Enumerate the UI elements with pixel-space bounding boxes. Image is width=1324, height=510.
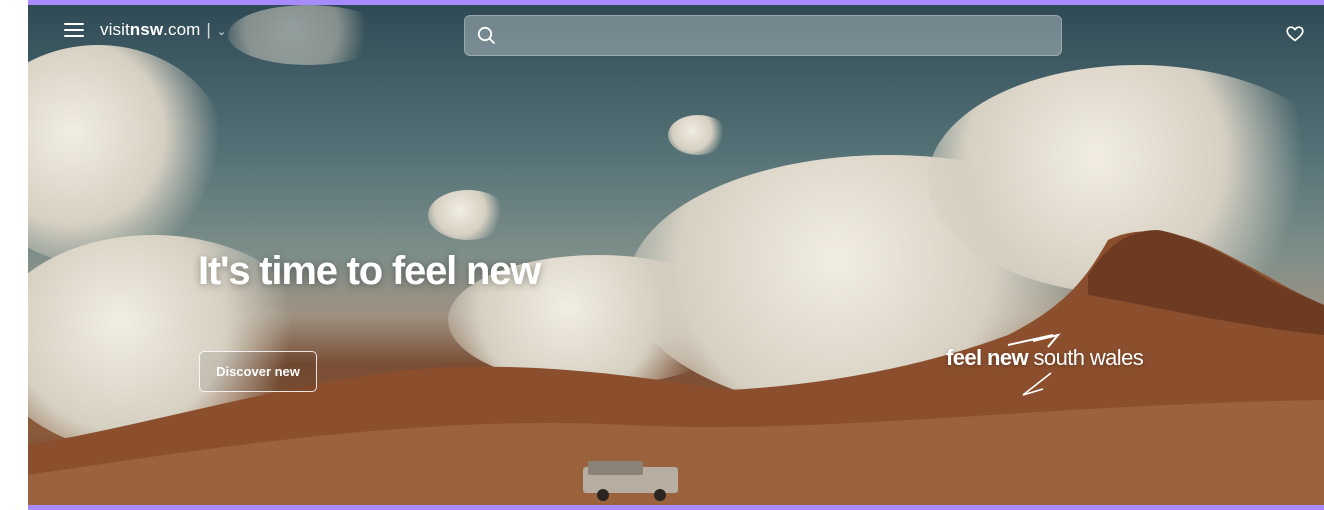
discover-new-button[interactable]: Discover new: [199, 351, 317, 392]
browser-frame: visitnsw.com | ⌄ It's time to feel new Dis…: [28, 0, 1324, 510]
brand-regular: south wales: [1033, 345, 1144, 370]
campaign-logo: feel new south wales: [946, 345, 1144, 371]
logo-prefix: visit: [100, 20, 130, 39]
search-input[interactable]: [505, 16, 1049, 57]
logo-bold: nsw: [129, 20, 164, 39]
hero-banner: visitnsw.com | ⌄ It's time to feel new Dis…: [28, 5, 1324, 505]
brand-bold: feel new: [946, 345, 1029, 370]
heart-icon[interactable]: [1286, 26, 1304, 42]
vehicle-shape: [583, 461, 678, 501]
chevron-down-icon[interactable]: ⌄: [217, 26, 226, 38]
logo-divider: |: [206, 20, 211, 39]
hamburger-menu-icon[interactable]: [64, 23, 84, 37]
hero-headline: It's time to feel new: [198, 249, 541, 293]
search-bar[interactable]: [464, 15, 1062, 57]
logo-suffix: .com: [163, 20, 201, 39]
search-icon: [477, 26, 495, 44]
site-logo[interactable]: visitnsw.com | ⌄: [100, 20, 226, 40]
